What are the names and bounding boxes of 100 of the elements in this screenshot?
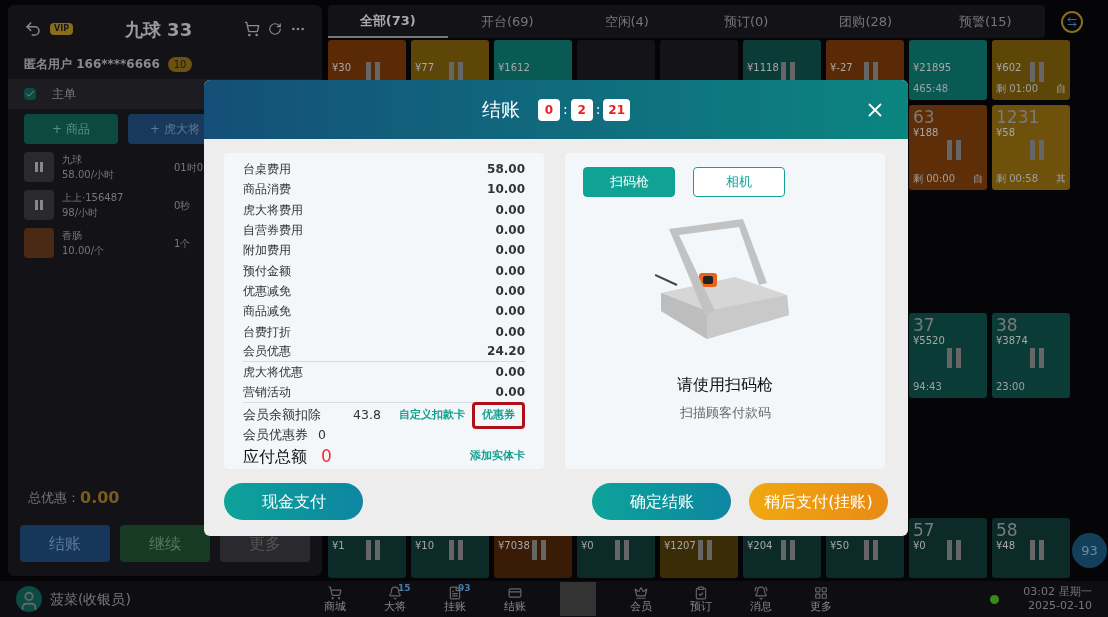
table-price: ¥1612 xyxy=(498,62,530,74)
table-tile[interactable]: 58 ¥48 xyxy=(992,518,1070,578)
action-button[interactable]: 继续 xyxy=(120,525,210,562)
action-button[interactable]: 结账 xyxy=(20,525,110,562)
table-price: ¥1118 xyxy=(747,62,779,74)
fee-value: 10.00 xyxy=(487,181,525,199)
table-tag: 自 xyxy=(1056,81,1066,96)
filter-tab[interactable]: 团购(28) xyxy=(806,5,926,38)
item-name: 九球 xyxy=(62,153,83,167)
filter-tab[interactable]: 全部(73) xyxy=(328,5,448,38)
table-price: ¥1 xyxy=(332,540,345,552)
table-price: ¥5520 xyxy=(913,335,945,347)
table-tile[interactable]: 1231 ¥58 剩 00:58 其 xyxy=(992,105,1070,190)
table-time: 剩 00:58 xyxy=(996,172,1038,186)
item-name: 上上·156487 xyxy=(62,191,125,205)
table-price: ¥0 xyxy=(913,540,926,552)
table-time: 23:00 xyxy=(996,380,1025,394)
item-price: 58.00/小时 xyxy=(62,168,115,182)
fee-value: 0.00 xyxy=(495,222,525,240)
table-price: ¥602 xyxy=(996,62,1022,74)
customer-info: 匿名用户 166****6666 xyxy=(24,56,160,73)
pause-icon xyxy=(946,347,963,368)
member-coupon-label: 会员优惠券 xyxy=(243,426,308,445)
pause-icon xyxy=(1029,62,1046,82)
nav-button[interactable]: 消息 xyxy=(746,585,776,613)
payment-button[interactable]: 确定结账 xyxy=(592,483,731,520)
fee-value: 24.20 xyxy=(487,343,525,361)
table-number: 63 xyxy=(913,107,935,127)
fee-value: 0.00 xyxy=(495,262,525,280)
payment-button[interactable]: 稍后支付(挂账) xyxy=(749,483,888,520)
table-tile[interactable]: 37 ¥5520 94:43 xyxy=(909,313,987,398)
coupon-link[interactable]: 优惠券 xyxy=(472,402,525,429)
item-amount: 1个 xyxy=(174,236,191,251)
pause-icon xyxy=(946,540,963,560)
fee-value: 0.00 xyxy=(495,383,525,401)
member-coupon-value: 0 xyxy=(318,426,326,445)
table-tile[interactable]: ¥21895 465:48 xyxy=(909,40,987,100)
item-price: 98/小时 xyxy=(62,206,100,220)
pause-icon xyxy=(863,540,880,560)
discount-value: 0.00 xyxy=(80,487,120,509)
fee-value: 0.00 xyxy=(495,201,525,219)
user-avatar xyxy=(16,586,42,612)
scan-mode-tab[interactable]: 扫码枪 xyxy=(583,167,675,197)
custom-card-link[interactable]: 自定义扣款卡 xyxy=(399,407,465,424)
table-number: 58 xyxy=(996,520,1018,540)
pause-icon xyxy=(1029,540,1046,560)
table-price: ¥58 xyxy=(996,127,1016,139)
main-order-label: 主单 xyxy=(52,86,76,103)
fee-label: 商品减免 xyxy=(243,303,291,321)
add-button[interactable]: + 商品 xyxy=(24,114,118,144)
refresh-icon[interactable] xyxy=(268,22,282,36)
fee-value: 0.00 xyxy=(495,323,525,341)
balance-value: 43.8 xyxy=(353,406,382,425)
table-price: ¥-27 xyxy=(830,62,853,74)
nav-button[interactable]: 更多 xyxy=(806,585,836,613)
table-number: 1231 xyxy=(996,107,1040,127)
points-badge: 10 xyxy=(167,56,193,72)
add-card-link[interactable]: 添加实体卡 xyxy=(470,448,525,465)
table-number: 57 xyxy=(913,520,935,540)
nav-button[interactable]: 预订 xyxy=(686,585,716,613)
table-price: ¥21895 xyxy=(913,62,952,74)
swap-icon[interactable] xyxy=(1061,10,1083,33)
total-label: 应付总额 xyxy=(243,445,307,468)
filter-tab[interactable]: 预订(0) xyxy=(686,5,806,38)
fee-label: 预付金额 xyxy=(243,262,291,280)
table-tag: 自 xyxy=(973,171,983,186)
floating-count-button[interactable]: 93 xyxy=(1072,533,1107,568)
fee-label: 会员优惠 xyxy=(243,343,291,361)
back-icon[interactable] xyxy=(24,20,42,38)
nav-button[interactable]: 商城 xyxy=(320,585,350,613)
nav-button[interactable]: 会员 xyxy=(626,585,656,613)
table-price: ¥77 xyxy=(415,62,435,74)
filter-tab[interactable]: 开台(69) xyxy=(447,5,567,38)
main-order-checkbox[interactable] xyxy=(24,88,36,100)
cart-icon xyxy=(328,585,342,600)
table-time: 剩 00:00 xyxy=(913,172,955,186)
cart-icon[interactable] xyxy=(244,21,260,37)
table-price: ¥0 xyxy=(581,540,594,552)
pause-icon xyxy=(531,540,548,560)
table-tile[interactable]: 63 ¥188 剩 00:00 自 xyxy=(909,105,987,190)
scan-hint: 扫描顾客付款码 xyxy=(679,404,771,422)
scan-mode-tab[interactable]: 相机 xyxy=(693,167,785,197)
pause-icon xyxy=(780,540,797,560)
table-tile[interactable]: 38 ¥3874 23:00 xyxy=(992,313,1070,398)
pause-icon xyxy=(780,62,797,82)
pause-icon xyxy=(1029,139,1046,160)
fee-value: 0.00 xyxy=(495,242,525,260)
item-amount: 0秒 xyxy=(174,198,191,213)
payment-button[interactable]: 现金支付 xyxy=(224,483,363,520)
filter-tab[interactable]: 空闲(4) xyxy=(567,5,687,38)
filter-tab[interactable]: 预警(15) xyxy=(925,5,1045,38)
dialog-title: 结账 xyxy=(481,97,520,123)
table-tile[interactable]: ¥602 剩 01:00 自 xyxy=(992,40,1070,100)
table-price: ¥30 xyxy=(332,62,352,74)
fee-value: 58.00 xyxy=(487,161,525,179)
fee-label: 商品消费 xyxy=(243,181,291,199)
scan-title: 请使用扫码枪 xyxy=(677,374,773,396)
nav-button[interactable]: 结账 xyxy=(500,585,530,613)
table-tile[interactable]: 57 ¥0 xyxy=(909,518,987,578)
weekday: 星期一 xyxy=(1059,585,1092,599)
